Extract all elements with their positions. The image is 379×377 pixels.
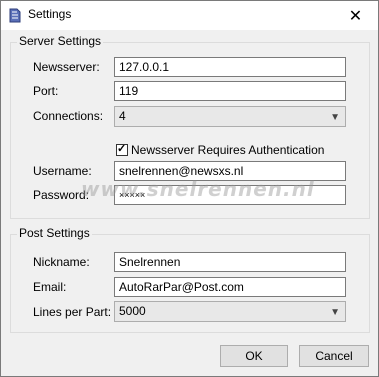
server-settings-legend: Server Settings bbox=[17, 34, 104, 48]
app-icon bbox=[9, 8, 21, 23]
lines-per-part-label: Lines per Part: bbox=[33, 305, 112, 319]
lines-per-part-value: 5000 bbox=[119, 304, 146, 318]
post-settings-group: Post Settings Nickname: Snelrennen Email… bbox=[10, 226, 370, 333]
close-icon: ✕ bbox=[348, 7, 363, 25]
username-input[interactable]: snelrennen@newsxs.nl bbox=[114, 161, 346, 181]
newsserver-input[interactable]: 127.0.0.1 bbox=[114, 57, 346, 77]
password-label: Password: bbox=[33, 188, 90, 202]
auth-label: Newsserver Requires Authentication bbox=[131, 143, 325, 157]
chevron-down-icon: ▼ bbox=[330, 112, 340, 123]
title-bar: Settings ✕ bbox=[1, 1, 378, 30]
auth-checkbox[interactable]: ✓ bbox=[116, 143, 128, 156]
checkmark-icon: ✓ bbox=[117, 143, 127, 155]
close-button[interactable]: ✕ bbox=[333, 1, 378, 30]
cancel-button[interactable]: Cancel bbox=[299, 345, 369, 367]
connections-select[interactable]: 4 ▼ bbox=[114, 106, 346, 127]
connections-label: Connections: bbox=[33, 109, 104, 123]
ok-button[interactable]: OK bbox=[220, 345, 288, 367]
email-input[interactable]: AutoRarPar@Post.com bbox=[114, 277, 346, 297]
newsserver-label: Newsserver: bbox=[33, 60, 100, 74]
connections-value: 4 bbox=[119, 109, 126, 123]
chevron-down-icon: ▼ bbox=[330, 307, 340, 318]
nickname-input[interactable]: Snelrennen bbox=[114, 252, 346, 272]
lines-per-part-select[interactable]: 5000 ▼ bbox=[114, 301, 346, 322]
username-label: Username: bbox=[33, 164, 92, 178]
port-label: Port: bbox=[33, 84, 59, 98]
server-settings-group: Server Settings Newsserver: 127.0.0.1 Po… bbox=[10, 34, 370, 219]
window-title: Settings bbox=[28, 7, 72, 21]
port-input[interactable]: 119 bbox=[114, 81, 346, 101]
post-settings-legend: Post Settings bbox=[17, 226, 92, 240]
password-input[interactable]: ××××× bbox=[114, 185, 346, 205]
nickname-label: Nickname: bbox=[33, 255, 90, 269]
email-label: Email: bbox=[33, 280, 67, 294]
settings-dialog: Settings ✕ Server Settings Newsserver: 1… bbox=[0, 0, 379, 377]
